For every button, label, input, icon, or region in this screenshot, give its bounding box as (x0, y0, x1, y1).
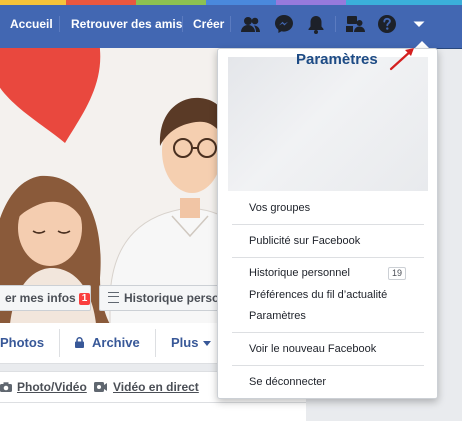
tab-separator (155, 329, 156, 357)
menu-separator (232, 257, 424, 258)
camera-icon (0, 381, 12, 393)
groups-icon[interactable] (344, 13, 366, 35)
tab-photos[interactable]: Photos (0, 335, 44, 350)
update-info-label: er mes infos (5, 291, 76, 305)
menu-item-logout[interactable]: Se déconnecter (249, 376, 326, 388)
menu-item-activity-log[interactable]: Historique personnel (249, 267, 350, 279)
menu-item-settings[interactable]: Paramètres (249, 310, 306, 322)
menu-item-advertising[interactable]: Publicité sur Facebook (249, 235, 360, 247)
annotation-arrow-icon (389, 48, 414, 71)
menu-separator (232, 332, 424, 333)
composer-divider (0, 402, 306, 403)
profile-preview-blurred (228, 57, 428, 191)
live-video-link[interactable]: Vidéo en direct (113, 380, 199, 394)
help-icon[interactable] (376, 13, 398, 35)
messenger-icon[interactable] (273, 13, 295, 35)
menu-separator (232, 365, 424, 366)
caret-down-icon (203, 341, 211, 346)
tab-separator (59, 329, 60, 357)
nav-separator (230, 16, 231, 32)
nav-separator (335, 16, 336, 32)
settings-annotation-label: Paramètres (296, 51, 378, 68)
live-video-icon (94, 381, 107, 393)
menu-item-news-feed-preferences[interactable]: Préférences du fil d’actualité (249, 289, 387, 301)
account-dropdown-icon[interactable] (408, 13, 430, 35)
tab-more[interactable]: Plus (171, 335, 198, 350)
nav-separator (182, 16, 183, 32)
top-navigation-bar: Accueil Retrouver des amis Créer (0, 0, 462, 49)
nav-home-link[interactable]: Accueil (10, 17, 53, 31)
update-info-button[interactable]: er mes infos 1 (0, 285, 91, 311)
tab-archive[interactable]: Archive (92, 335, 140, 350)
update-info-badge: 1 (78, 293, 90, 305)
nav-separator (59, 16, 60, 32)
nav-find-friends-link[interactable]: Retrouver des amis (71, 17, 182, 31)
lock-icon (75, 337, 84, 348)
menu-item-your-groups[interactable]: Vos groupes (249, 202, 310, 214)
nav-create-link[interactable]: Créer (193, 17, 224, 31)
list-icon (108, 292, 119, 303)
photo-video-link[interactable]: Photo/Vidéo (17, 380, 87, 394)
menu-item-new-facebook[interactable]: Voir le nouveau Facebook (249, 343, 376, 355)
account-menu: Vos groupes Publicité sur Facebook Histo… (217, 48, 438, 399)
menu-separator (232, 224, 424, 225)
activity-log-count-badge: 19 (388, 267, 407, 280)
notifications-icon[interactable] (305, 13, 327, 35)
color-strip (0, 0, 462, 5)
friends-icon[interactable] (240, 13, 262, 35)
